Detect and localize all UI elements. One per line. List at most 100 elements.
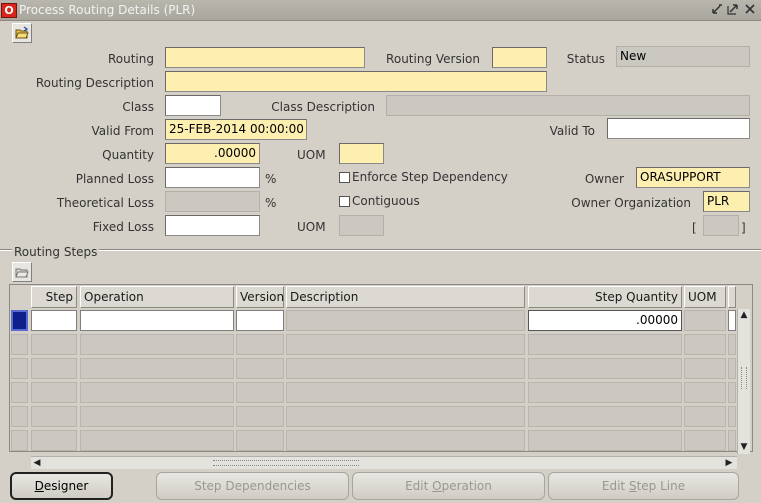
table-cell[interactable] <box>528 358 682 379</box>
table-cell[interactable] <box>286 310 525 331</box>
fixed-loss-uom-label: UOM <box>297 220 326 234</box>
edit-step-line-mnemonic: S <box>628 479 637 493</box>
uom-field[interactable] <box>339 143 384 164</box>
valid-to-label: Valid To <box>549 124 595 138</box>
table-cell[interactable] <box>286 358 525 379</box>
table-cell[interactable] <box>684 382 726 403</box>
column-header-description: Description <box>286 286 525 308</box>
record-indicator[interactable] <box>11 334 28 355</box>
table-cell[interactable] <box>684 334 726 355</box>
quantity-field[interactable]: .00000 <box>165 143 260 164</box>
horizontal-scrollbar[interactable]: ◀ ▶ <box>31 456 737 469</box>
table-cell[interactable] <box>80 334 234 355</box>
class-description-label: Class Description <box>271 100 375 114</box>
contiguous-label: Contiguous <box>352 194 420 208</box>
table-cell[interactable] <box>80 358 234 379</box>
maximize-icon[interactable] <box>726 3 739 17</box>
theoretical-loss-field <box>165 191 260 212</box>
bracket-open: [ <box>692 221 697 235</box>
table-cell[interactable] <box>684 358 726 379</box>
table-cell[interactable] <box>236 358 284 379</box>
record-indicator[interactable] <box>11 358 28 379</box>
table-cell[interactable] <box>236 310 284 331</box>
table-cell[interactable] <box>728 334 736 355</box>
table-cell[interactable] <box>31 382 77 403</box>
planned-loss-percent: % <box>265 172 277 186</box>
table-cell[interactable] <box>684 406 726 427</box>
table-cell[interactable] <box>31 334 77 355</box>
uom-label: UOM <box>297 148 326 162</box>
table-cell[interactable] <box>528 334 682 355</box>
valid-from-label: Valid From <box>91 124 154 138</box>
record-indicator[interactable] <box>11 430 28 451</box>
table-cell[interactable] <box>528 382 682 403</box>
table-cell[interactable] <box>286 382 525 403</box>
fixed-loss-uom-field <box>339 215 384 236</box>
minimize-icon[interactable] <box>710 3 723 17</box>
table-cell[interactable] <box>528 430 682 451</box>
bracket-close: ] <box>741 221 746 235</box>
table-cell[interactable] <box>728 358 736 379</box>
table-cell[interactable] <box>236 430 284 451</box>
table-cell[interactable] <box>31 358 77 379</box>
table-cell[interactable] <box>236 406 284 427</box>
table-cell[interactable] <box>31 430 77 451</box>
edit-operation-mnemonic: O <box>432 479 442 493</box>
table-cell[interactable] <box>236 334 284 355</box>
table-cell[interactable] <box>728 406 736 427</box>
edit-step-line-button[interactable]: Edit Step Line <box>548 472 739 500</box>
edit-operation-label-a: Edit <box>405 479 433 493</box>
valid-from-field[interactable]: 25-FEB-2014 00:00:00 <box>165 119 307 140</box>
scroll-up-icon[interactable]: ▲ <box>738 309 750 321</box>
scroll-right-icon[interactable]: ▶ <box>723 457 735 469</box>
class-field[interactable] <box>165 95 221 116</box>
routing-field[interactable] <box>165 47 365 68</box>
owner-field[interactable]: ORASUPPORT <box>636 167 750 188</box>
table-cell[interactable] <box>80 310 234 331</box>
step-quantity-cell[interactable]: .00000 <box>528 310 682 331</box>
table-cell[interactable] <box>528 406 682 427</box>
routing-description-field[interactable] <box>165 71 547 92</box>
step-dependencies-button[interactable]: Step Dependencies <box>156 472 349 500</box>
column-header-operation: Operation <box>80 286 234 308</box>
table-cell[interactable] <box>728 382 736 403</box>
table-cell[interactable] <box>286 334 525 355</box>
descriptive-flexfield[interactable] <box>703 215 739 236</box>
record-indicator[interactable] <box>11 406 28 427</box>
table-cell[interactable] <box>684 310 726 331</box>
table-cell[interactable] <box>31 406 77 427</box>
window-title-bar[interactable]: O Process Routing Details (PLR) <box>0 0 761 21</box>
oracle-app-icon: O <box>1 3 17 18</box>
owner-organization-field[interactable]: PLR <box>703 191 750 212</box>
table-cell[interactable] <box>286 406 525 427</box>
table-cell[interactable] <box>286 430 525 451</box>
record-indicator[interactable] <box>11 310 28 331</box>
folder-open-icon[interactable] <box>12 23 32 43</box>
scroll-down-icon[interactable]: ▼ <box>738 441 750 453</box>
folder-open-icon[interactable] <box>12 262 32 282</box>
table-cell[interactable] <box>684 430 726 451</box>
edit-operation-button[interactable]: Edit Operation <box>352 472 545 500</box>
vertical-scrollbar[interactable]: ▲ ▼ <box>737 309 750 454</box>
table-cell[interactable] <box>80 406 234 427</box>
table-cell[interactable] <box>728 310 736 331</box>
scroll-thumb-horizontal[interactable] <box>213 460 359 466</box>
table-cell[interactable] <box>728 430 736 451</box>
record-indicator[interactable] <box>11 382 28 403</box>
scroll-left-icon[interactable]: ◀ <box>31 457 43 469</box>
close-icon[interactable] <box>743 3 756 17</box>
table-cell[interactable] <box>80 382 234 403</box>
fixed-loss-field[interactable] <box>165 215 260 236</box>
planned-loss-label: Planned Loss <box>75 172 154 186</box>
routing-version-field[interactable] <box>492 47 547 68</box>
valid-to-field[interactable] <box>607 118 750 139</box>
scroll-thumb[interactable] <box>741 367 747 389</box>
table-cell[interactable] <box>31 310 77 331</box>
planned-loss-field[interactable] <box>165 167 260 188</box>
table-cell[interactable] <box>236 382 284 403</box>
table-cell[interactable] <box>80 430 234 451</box>
designer-button[interactable]: Designer <box>10 472 113 500</box>
column-header-extra <box>728 286 736 308</box>
enforce-step-dependency-checkbox[interactable] <box>339 172 350 183</box>
contiguous-checkbox[interactable] <box>339 196 350 207</box>
